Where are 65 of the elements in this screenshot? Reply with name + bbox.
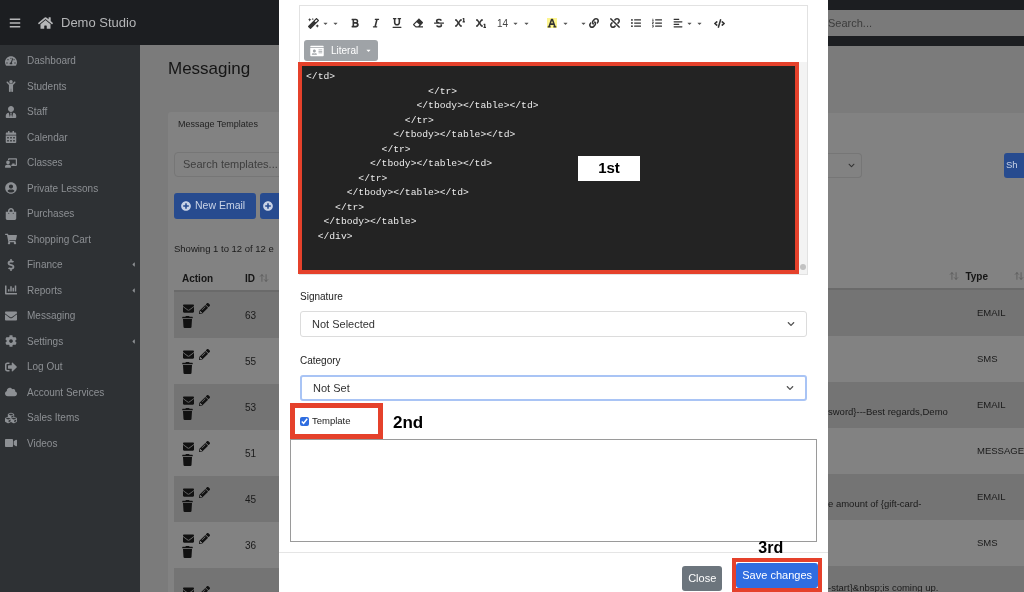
sidebar-item[interactable]: Log Out	[0, 354, 140, 380]
table-cell-text: EMAIL	[977, 397, 1006, 412]
code-line: </div>	[316, 229, 353, 244]
sidebar-item[interactable]: Classes	[0, 150, 140, 176]
table-cell-text: 45	[245, 492, 257, 507]
table-cell-text: EMAIL	[977, 489, 1006, 504]
table-cell-text: 36	[245, 538, 257, 553]
annotation-label: 3rd	[758, 538, 784, 559]
entries-info: Showing 1 to 12 of 12 e	[174, 242, 275, 256]
sidebar-item[interactable]: Purchases	[0, 201, 140, 227]
table-cell-text: SMS	[977, 535, 998, 550]
table-cell-text: 55	[245, 354, 257, 369]
code-line: </tbody></table></td>	[345, 186, 469, 200]
code-line: </tr>	[357, 171, 388, 186]
code-editor[interactable]: </td> </tr> </tbody></table></td> </tr> </tbody></table></td> </tr> </tbody></table></td> </tr> </tbody></table></td> </tr> </tbody></table> </div> 1st	[298, 62, 799, 274]
code-line: </tbody></table></td>	[415, 99, 539, 113]
sidebar-item[interactable]: Settings	[0, 328, 140, 354]
table-cell: sword}---Best regards,Demo	[828, 406, 948, 417]
checkbox-label[interactable]: Template	[312, 414, 351, 429]
table-cell-text: 51	[245, 446, 257, 461]
font-size-dropdown[interactable]: 14	[497, 15, 531, 31]
select-field[interactable]: Not Selected	[300, 311, 807, 338]
table-cell-text: SMS	[977, 351, 998, 366]
column-header[interactable]: Action	[174, 270, 245, 286]
sidebar-item[interactable]: Private Lessons	[0, 175, 140, 201]
field-label: Signature	[300, 290, 344, 305]
table-cell-text: MESSAGE	[977, 443, 1024, 458]
sidebar-item[interactable]: Shopping Cart	[0, 226, 140, 252]
table-cell-text: 53	[245, 400, 257, 415]
annotation-label: 2nd	[393, 411, 424, 434]
table-cell-text: EMAIL	[977, 305, 1006, 320]
code-line: </tr>	[427, 84, 458, 99]
close-button[interactable]: Close	[682, 566, 723, 591]
literal-button[interactable]: Literal	[304, 40, 379, 61]
sidebar-item[interactable]: Videos	[0, 430, 140, 456]
select-field[interactable]: Not Set	[300, 375, 807, 402]
annotation-label: 1st	[578, 156, 640, 181]
sidebar-item[interactable]: Dashboard	[0, 48, 140, 74]
sidebar-item[interactable]: Account Services	[0, 379, 140, 405]
sidebar-item[interactable]: Messaging	[0, 303, 140, 329]
sidebar-item[interactable]: Sales Items	[0, 405, 140, 431]
column-header[interactable]: ID	[245, 270, 255, 286]
tab[interactable]: Message Templates	[178, 118, 258, 132]
code-line: </tr>	[334, 200, 365, 215]
brand-name[interactable]: Demo Studio	[61, 12, 137, 33]
code-line: </tbody></table>	[322, 215, 417, 229]
sidebar-item[interactable]: Finance	[0, 252, 140, 278]
new-email-button[interactable]: New Email	[174, 193, 256, 219]
sidebar-item[interactable]: Staff	[0, 99, 140, 125]
sidebar-item[interactable]: Calendar	[0, 124, 140, 150]
table-cell: e amount of {gift-card-	[828, 498, 922, 509]
code-line: </tbody></table></td>	[368, 157, 493, 171]
search-field[interactable]: Search...	[828, 10, 1024, 36]
code-line: </tr>	[380, 142, 411, 157]
column-header[interactable]: Type	[965, 268, 988, 284]
field-label: Category	[300, 354, 342, 369]
show-button[interactable]: Sh	[1004, 153, 1024, 178]
page-title: Messaging	[168, 58, 252, 80]
save-button[interactable]: Save changes	[736, 563, 818, 588]
table-cell-text: 63	[245, 308, 257, 323]
sidebar-item[interactable]: Students	[0, 73, 140, 99]
sidebar-item[interactable]: Reports	[0, 277, 140, 303]
code-line: </tr>	[403, 113, 434, 128]
code-line: </tbody></table></td>	[392, 128, 516, 142]
code-line: </td>	[306, 70, 336, 84]
